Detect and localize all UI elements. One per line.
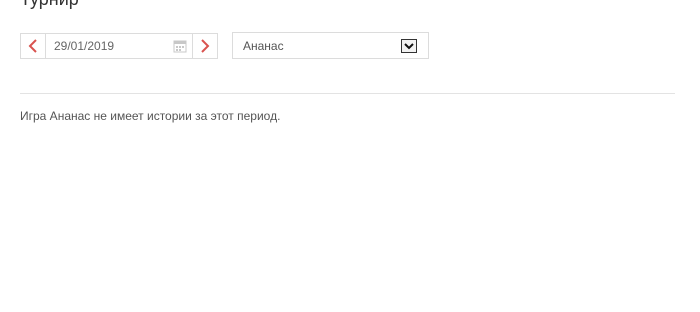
tournament-page: Турнир Ананас xyxy=(0,0,700,312)
calendar-icon[interactable] xyxy=(173,39,187,53)
no-history-message: Игра Ананас не имеет истории за этот пер… xyxy=(20,109,281,123)
date-input[interactable] xyxy=(46,34,192,58)
game-select[interactable]: Ананас xyxy=(232,32,429,59)
date-picker xyxy=(20,33,218,59)
game-select-value: Ананас xyxy=(243,38,284,53)
chevron-left-icon xyxy=(28,39,37,53)
divider xyxy=(20,93,675,94)
next-date-button[interactable] xyxy=(192,34,217,58)
date-field xyxy=(46,34,192,58)
prev-date-button[interactable] xyxy=(21,34,46,58)
dropdown-arrow-icon xyxy=(401,38,417,53)
chevron-right-icon xyxy=(201,39,210,53)
page-title: Турнир xyxy=(20,0,79,9)
